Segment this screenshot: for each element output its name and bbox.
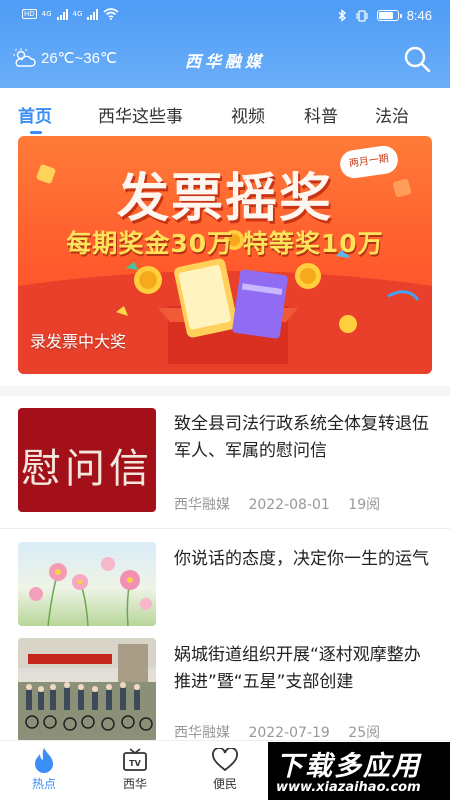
category-tabs: 首页 西华这些事 视频 科普 法治 [0,88,450,134]
banner-subline: 每期奖金30万 特等奖10万 [66,229,384,258]
svg-text:TV: TV [129,759,141,768]
tv-icon: TV [123,748,147,771]
nav-hotspot-label: 热点 [31,777,56,791]
app-header: 26℃~36℃ 西华融媒 [0,40,450,80]
status-bar: HD 4G 4G 8:46 [0,0,450,32]
news-source: 西华融媒 [174,725,230,741]
flower-photo [29,557,152,626]
nav-services-label: 便民 [212,777,237,791]
news-item-1[interactable]: 慰问信 致全县司法行政系统全体复转退伍军人、军属的慰问信 西华融媒 2022-0… [0,396,450,528]
nav-xihua-label: 西华 [122,777,147,791]
news-thumbnail-2 [18,542,156,626]
tab-law[interactable]: 法治 [375,102,409,127]
nav-services[interactable]: 便民 [195,745,255,792]
news-date: 2022-07-19 [248,725,330,741]
wifi-icon [103,8,119,20]
app-title: 西华融媒 [184,52,265,71]
network-4g-label-2: 4G [72,10,83,18]
news-thumbnail-1: 慰问信 [18,408,156,512]
news-meta-1: 西华融媒 2022-08-01 19阅 [174,494,394,514]
hd-label: HD [22,9,37,19]
news-source: 西华融媒 [174,497,230,513]
nav-xihua[interactable]: TV 西华 [105,745,165,792]
group-photo [18,638,156,742]
section-divider [0,386,450,396]
flame-icon [35,748,53,773]
tab-video[interactable]: 视频 [231,102,265,127]
news-reads: 19阅 [348,497,381,513]
news-title-3: 娲城街道组织开展“逐村观摩整办 推进”暨“五星”支部创建 [174,645,421,692]
active-tab-indicator [30,131,42,134]
tab-science[interactable]: 科普 [304,102,338,127]
news-title-1: 致全县司法行政系统全体复转退伍军人、军属的慰问信 [174,414,429,461]
search-icon[interactable] [402,44,432,74]
promo-banner[interactable]: 发票摇奖 两月一期 每期奖金30万 特等奖10万 录发票中大奖 [18,136,432,374]
heart-icon [212,748,238,772]
news-date: 2022-08-01 [248,497,330,513]
nav-hotspot[interactable]: 热点 [14,745,74,792]
network-4g-label: 4G [41,10,52,18]
clock: 8:46 [406,8,432,23]
news-meta-3: 西华融媒 2022-07-19 25阅 [174,722,394,742]
signal-icon-2 [87,8,99,20]
watermark-title: 下载多应用 [276,751,421,782]
signal-icon [56,8,68,20]
watermark-url: www.xiazaihao.com [276,780,421,795]
row-divider [0,528,450,529]
vibrate-icon [356,9,368,22]
thumbnail-calligraphy: 慰问信 [21,446,153,492]
news-item-3[interactable]: 娲城街道组织开展“逐村观摩整办 推进”暨“五星”支部创建 西华融媒 2022-0… [0,632,450,742]
tab-xihua-stories[interactable]: 西华这些事 [98,102,183,127]
bluetooth-icon [338,9,346,22]
battery-icon [376,10,402,21]
site-watermark: 下载多应用 www.xiazaihao.com [268,742,450,800]
tab-home[interactable]: 首页 [18,102,52,127]
banner-caption: 录发票中大奖 [30,332,127,351]
news-thumbnail-3 [18,638,156,742]
news-title-2: 你说话的态度，决定你一生的运气 [174,549,429,569]
news-item-2[interactable]: 你说话的态度，决定你一生的运气 [0,530,450,630]
news-reads: 25阅 [348,725,381,741]
